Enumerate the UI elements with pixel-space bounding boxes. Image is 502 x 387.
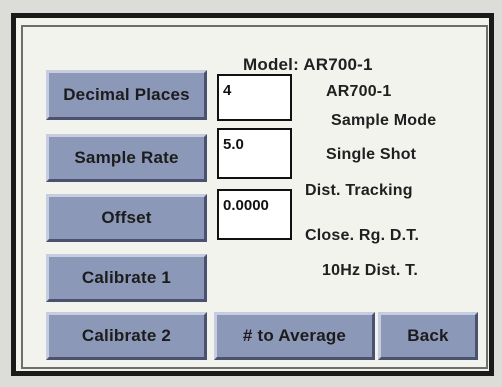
10hz-dist-tracking-option[interactable]: 10Hz Dist. T. xyxy=(322,262,418,280)
close-range-dist-tracking-option[interactable]: Close. Rg. D.T. xyxy=(305,227,419,245)
calibrate-1-button[interactable]: Calibrate 1 xyxy=(46,254,207,302)
model-value-label: AR700-1 xyxy=(326,83,392,100)
calibrate-2-button[interactable]: Calibrate 2 xyxy=(46,312,207,360)
offset-field[interactable]: 0.0000 xyxy=(217,189,292,240)
decimal-places-button[interactable]: Decimal Places xyxy=(46,70,207,120)
sample-rate-field[interactable]: 5.0 xyxy=(217,128,292,179)
decimal-places-field[interactable]: 4 xyxy=(217,74,292,121)
model-title: Model: AR700-1 xyxy=(243,55,373,74)
offset-button[interactable]: Offset xyxy=(46,194,207,242)
back-button[interactable]: Back xyxy=(378,312,478,360)
sample-mode-value: Single Shot xyxy=(326,146,417,163)
to-average-button[interactable]: # to Average xyxy=(214,312,375,360)
dist-tracking-option[interactable]: Dist. Tracking xyxy=(305,182,413,200)
sample-rate-button[interactable]: Sample Rate xyxy=(46,134,207,182)
sample-mode-label: Sample Mode xyxy=(331,112,437,129)
